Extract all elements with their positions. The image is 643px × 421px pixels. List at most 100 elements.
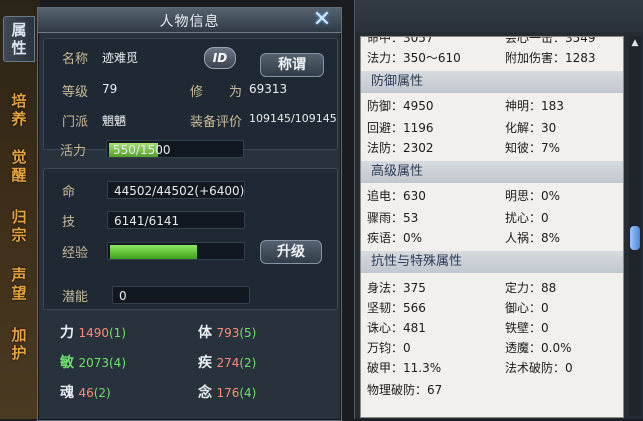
scroll-thumb[interactable] bbox=[630, 226, 640, 250]
side-tabs: 属 性 培 养 觉 醒 归 宗 声 望 加 护 bbox=[0, 0, 38, 419]
attr-bonus: (2) bbox=[93, 386, 111, 400]
vitality-bar: 550/1500 bbox=[106, 140, 244, 158]
exp-label: 经验 bbox=[62, 246, 89, 261]
attr-value: 46 bbox=[78, 386, 94, 400]
stat-left: 骤雨：53 bbox=[367, 211, 419, 225]
attr-bonus: (2) bbox=[239, 356, 257, 370]
stat-row: 万钧：0 透魔：0.0% bbox=[367, 339, 617, 357]
stat-row: 破甲：11.3% 法术破防：0 bbox=[367, 359, 617, 377]
stat-left: 法力：350～610 bbox=[367, 51, 461, 65]
attr-bonus: (4) bbox=[109, 356, 126, 370]
stat-row: 坚韧：566 御心：0 bbox=[367, 299, 617, 317]
attr-value: 2073 bbox=[78, 356, 109, 370]
tab-return[interactable]: 归 宗 bbox=[6, 208, 32, 244]
stat-left: 万钧：0 bbox=[367, 341, 411, 355]
hp-field: 44502/44502(+6400) bbox=[107, 181, 245, 199]
stat-left: 破甲：11.3% bbox=[367, 361, 442, 375]
equip-rating-label: 装备评价 bbox=[190, 115, 243, 130]
detailed-stats-panel: 命中：3057 会心一击：3549 法力：350～610 附加伤害：1283 防御属… bbox=[354, 0, 643, 419]
attr-value: 793 bbox=[216, 326, 240, 340]
attr-key: 念 bbox=[198, 385, 212, 401]
attr-strength: 力 1490(1) bbox=[60, 322, 126, 342]
tab-training[interactable]: 培 养 bbox=[6, 92, 32, 128]
stat-row: 追电：630 明思：0% bbox=[367, 187, 617, 205]
id-button[interactable]: ID bbox=[204, 47, 236, 69]
stat-right: 知彼：7% bbox=[505, 141, 561, 155]
equip-rating-value: 109145/109145 bbox=[249, 112, 337, 125]
sect-label: 门派 bbox=[62, 115, 89, 130]
stat-left: 物理破防：67 bbox=[367, 383, 443, 397]
hp-label: 命 bbox=[62, 185, 76, 200]
upgrade-button[interactable]: 升级 bbox=[260, 240, 322, 264]
resist-header: 抗性与特殊属性 bbox=[361, 251, 623, 273]
attr-key: 体 bbox=[198, 325, 212, 341]
stat-left: 坚韧：566 bbox=[367, 301, 426, 315]
attr-body: 体 793(5) bbox=[198, 322, 256, 342]
tab-attributes[interactable]: 属 性 bbox=[3, 16, 35, 62]
level-value: 79 bbox=[102, 82, 118, 96]
stat-left: 身法：375 bbox=[367, 281, 426, 295]
stat-row: 诛心：481 铁壁：0 bbox=[367, 319, 617, 337]
stat-row: 疾语：0% 人祸：8% bbox=[367, 229, 617, 247]
stat-right: 法术破防：0 bbox=[505, 361, 573, 375]
stats-scrollbar[interactable]: ▲ bbox=[629, 36, 641, 416]
attr-speed: 疾 274(2) bbox=[198, 352, 256, 372]
scroll-up-icon[interactable]: ▲ bbox=[629, 38, 641, 48]
stat-left: 防御：4950 bbox=[367, 99, 434, 113]
attr-key: 疾 bbox=[198, 355, 212, 371]
attr-bonus: (4) bbox=[239, 386, 257, 400]
potential-field: 0 bbox=[112, 286, 250, 304]
attr-value: 274 bbox=[216, 356, 240, 370]
advanced-header: 高级属性 bbox=[361, 161, 623, 183]
stat-right: 会心一击：3549 bbox=[505, 36, 596, 45]
close-icon[interactable]: ✕ bbox=[310, 8, 334, 32]
character-info-panel: 人物信息 ✕ 名称 迹难觅 ID 称谓 等级 79 修 为 69313 门派 魍… bbox=[37, 7, 342, 421]
exp-fill bbox=[110, 245, 198, 259]
stat-right: 透魔：0.0% bbox=[505, 341, 572, 355]
skill-label: 技 bbox=[62, 215, 76, 230]
stat-left: 法防：2302 bbox=[367, 141, 434, 155]
stat-row: 法防：2302 知彼：7% bbox=[367, 139, 617, 157]
stat-right: 神明：183 bbox=[505, 99, 564, 113]
level-label: 等级 bbox=[62, 85, 89, 100]
tab-label: 加 护 bbox=[11, 326, 27, 362]
potential-label: 潜能 bbox=[62, 290, 89, 305]
tab-label: 属 性 bbox=[11, 21, 27, 57]
basic-info-section: 名称 迹难觅 ID 称谓 等级 79 修 为 69313 门派 魍魉 装备评价 … bbox=[43, 38, 338, 150]
tab-protection[interactable]: 加 护 bbox=[6, 326, 32, 362]
attr-bonus: (1) bbox=[109, 326, 126, 340]
stat-row: 法力：350～610 附加伤害：1283 bbox=[367, 49, 617, 67]
stat-row: 命中：3057 会心一击：3549 bbox=[367, 36, 617, 47]
stats-section: 命 44502/44502(+6400) 技 6141/6141 经验 升级 潜… bbox=[43, 168, 338, 310]
stat-right: 人祸：8% bbox=[505, 231, 561, 245]
attr-soul: 魂 46(2) bbox=[60, 382, 111, 402]
cultivation-label: 修 为 bbox=[190, 85, 243, 100]
stat-row: 物理破防：67 bbox=[367, 381, 617, 399]
stat-left: 追电：630 bbox=[367, 189, 426, 203]
vitality-label: 活力 bbox=[60, 144, 87, 159]
tab-reputation[interactable]: 声 望 bbox=[6, 266, 32, 302]
stat-row: 骤雨：53 扰心：0 bbox=[367, 209, 617, 227]
name-label: 名称 bbox=[62, 52, 89, 67]
stat-right: 定力：88 bbox=[505, 281, 557, 295]
stat-left: 回避：1196 bbox=[367, 121, 434, 135]
attr-value: 176 bbox=[216, 386, 240, 400]
attr-key: 敏 bbox=[60, 355, 74, 371]
tab-awaken[interactable]: 觉 醒 bbox=[6, 148, 32, 184]
title-bar: 人物信息 ✕ bbox=[38, 8, 341, 33]
stat-right: 扰心：0 bbox=[505, 211, 549, 225]
stat-right: 化解：30 bbox=[505, 121, 557, 135]
exp-bar bbox=[107, 242, 245, 260]
title-button[interactable]: 称谓 bbox=[260, 53, 324, 77]
attr-bonus: (5) bbox=[239, 326, 257, 340]
tab-label: 归 宗 bbox=[11, 208, 27, 244]
name-value: 迹难觅 bbox=[102, 51, 139, 65]
stat-right: 附加伤害：1283 bbox=[505, 51, 596, 65]
stat-right: 明思：0% bbox=[505, 189, 561, 203]
panel-title: 人物信息 bbox=[159, 14, 220, 30]
attr-agility: 敏 2073(4) bbox=[60, 352, 126, 372]
stats-list: 命中：3057 会心一击：3549 法力：350～610 附加伤害：1283 防御属… bbox=[360, 36, 624, 418]
cultivation-value: 69313 bbox=[249, 82, 288, 96]
stat-right: 铁壁：0 bbox=[505, 321, 549, 335]
tab-label: 声 望 bbox=[11, 266, 27, 302]
